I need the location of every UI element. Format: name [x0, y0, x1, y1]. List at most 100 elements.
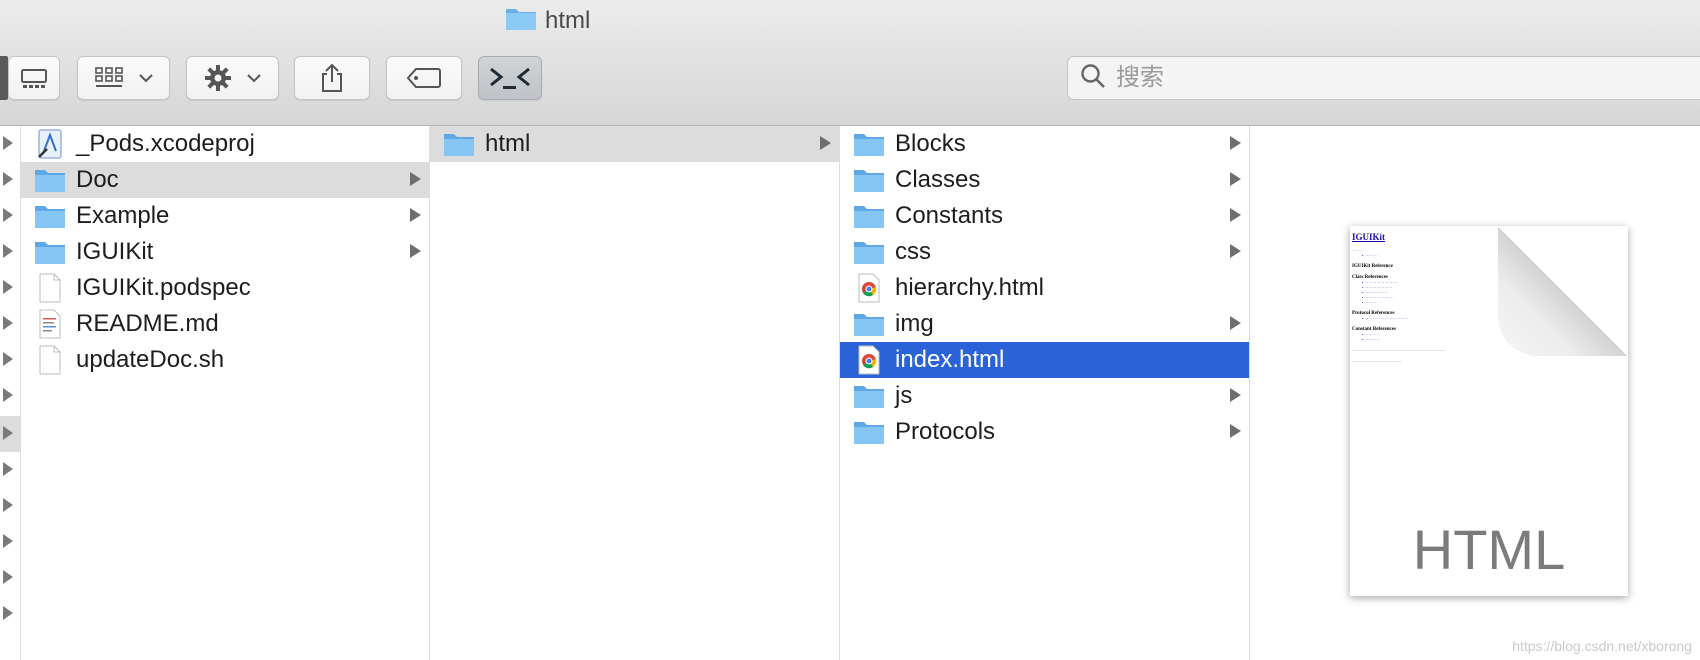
item-label: README.md — [76, 310, 219, 337]
expand-arrow-icon[interactable] — [3, 606, 13, 620]
folder-icon — [442, 129, 476, 159]
list-item[interactable]: Classes — [840, 162, 1249, 198]
folder-icon — [852, 201, 886, 231]
column-html: Blocks Classes Constants css hierarchy.h… — [840, 126, 1250, 660]
sidebar-toggle-edge[interactable] — [0, 56, 8, 100]
list-item[interactable]: css — [840, 234, 1249, 270]
expand-arrow-icon[interactable] — [3, 388, 13, 402]
share-icon — [319, 63, 345, 93]
folder-icon — [852, 237, 886, 267]
html-file-preview[interactable]: IGUIKit ······· • ·········· IGUIKit Ref… — [1350, 226, 1628, 596]
list-item[interactable]: Doc — [21, 162, 429, 198]
item-label: IGUIKit — [76, 238, 154, 265]
item-label: Protocols — [895, 418, 996, 445]
file-type-label: HTML — [1412, 518, 1566, 581]
window-title-text: html — [545, 7, 591, 34]
expand-arrow-icon[interactable] — [3, 172, 13, 186]
preview-section: IGUIKit Reference — [1352, 264, 1393, 269]
gear-icon — [204, 64, 232, 92]
item-label: hierarchy.html — [895, 274, 1044, 301]
folder-icon — [505, 5, 537, 38]
preview-thumbnail-content: IGUIKit ······· • ·········· IGUIKit Ref… — [1352, 232, 1512, 364]
preview-doc-title: IGUIKit — [1352, 232, 1386, 242]
list-item[interactable]: img — [840, 306, 1249, 342]
tag-icon — [406, 67, 442, 89]
expand-arrow-icon[interactable] — [3, 352, 13, 366]
disclosure-arrow-icon — [820, 136, 831, 150]
search-input[interactable] — [1116, 64, 1676, 92]
expand-arrow-icon[interactable] — [3, 426, 13, 440]
list-item[interactable]: Constants — [840, 198, 1249, 234]
grid-group-icon — [94, 66, 124, 90]
expand-arrow-icon[interactable] — [3, 570, 13, 584]
terminal-button[interactable] — [478, 56, 542, 100]
search-field[interactable] — [1067, 56, 1700, 100]
folder-icon — [852, 417, 886, 447]
column-browser: _Pods.xcodeproj Doc Example IGUIKit IGUI… — [0, 126, 1700, 660]
item-label: html — [485, 130, 531, 157]
disclosure-arrow-icon — [410, 244, 421, 258]
expand-arrow-icon[interactable] — [3, 208, 13, 222]
search-icon — [1080, 63, 1106, 94]
item-label: updateDoc.sh — [76, 346, 225, 373]
expand-arrow-icon[interactable] — [3, 534, 13, 548]
chevron-down-icon — [246, 73, 262, 83]
item-label: IGUIKit.podspec — [76, 274, 251, 301]
list-item[interactable]: _Pods.xcodeproj — [21, 126, 429, 162]
markdown-icon — [33, 309, 67, 339]
parent-column-edge — [0, 126, 21, 660]
folder-icon — [33, 165, 67, 195]
column-view-icon — [20, 67, 48, 89]
item-label: img — [895, 310, 934, 337]
disclosure-arrow-icon — [1230, 244, 1241, 258]
expand-arrow-icon[interactable] — [3, 462, 13, 476]
item-label: Doc — [76, 166, 119, 193]
column-doc: html — [430, 126, 840, 660]
list-item-selected[interactable]: index.html — [840, 342, 1249, 378]
list-item[interactable]: IGUIKit.podspec — [21, 270, 429, 306]
folder-icon — [852, 129, 886, 159]
expand-arrow-icon[interactable] — [3, 498, 13, 512]
chrome-html-icon — [852, 273, 886, 303]
list-item[interactable]: README.md — [21, 306, 429, 342]
folder-icon — [852, 165, 886, 195]
disclosure-arrow-icon — [1230, 316, 1241, 330]
toolbar: html — [0, 0, 1700, 126]
view-mode-button[interactable] — [8, 56, 60, 100]
list-item[interactable]: IGUIKit — [21, 234, 429, 270]
tags-button[interactable] — [386, 56, 462, 100]
column-pods: _Pods.xcodeproj Doc Example IGUIKit IGUI… — [21, 126, 430, 660]
list-item[interactable]: Blocks — [840, 126, 1249, 162]
list-item[interactable]: Protocols — [840, 414, 1249, 450]
folder-icon — [852, 309, 886, 339]
chrome-html-icon — [852, 345, 886, 375]
disclosure-arrow-icon — [410, 208, 421, 222]
chevron-down-icon — [138, 73, 154, 83]
item-label: Example — [76, 202, 170, 229]
item-label: Blocks — [895, 130, 966, 157]
item-label: Constants — [895, 202, 1004, 229]
list-item[interactable]: html — [430, 126, 839, 162]
list-item[interactable]: hierarchy.html — [840, 270, 1249, 306]
expand-arrow-icon[interactable] — [3, 136, 13, 150]
document-icon — [33, 273, 67, 303]
item-label: js — [895, 382, 913, 409]
group-button[interactable] — [77, 56, 170, 100]
item-label: _Pods.xcodeproj — [76, 130, 255, 157]
xcodeproj-icon — [33, 129, 67, 159]
disclosure-arrow-icon — [1230, 424, 1241, 438]
window-title: html — [505, 6, 590, 36]
list-item[interactable]: Example — [21, 198, 429, 234]
item-label: Classes — [895, 166, 981, 193]
disclosure-arrow-icon — [1230, 136, 1241, 150]
list-item[interactable]: js — [840, 378, 1249, 414]
list-item[interactable]: updateDoc.sh — [21, 342, 429, 378]
action-button[interactable] — [186, 56, 279, 100]
share-button[interactable] — [294, 56, 370, 100]
watermark: https://blog.csdn.net/xborong — [1512, 638, 1692, 654]
expand-arrow-icon[interactable] — [3, 316, 13, 330]
expand-arrow-icon[interactable] — [3, 244, 13, 258]
expand-arrow-icon[interactable] — [3, 280, 13, 294]
folder-icon — [33, 201, 67, 231]
disclosure-arrow-icon — [1230, 388, 1241, 402]
